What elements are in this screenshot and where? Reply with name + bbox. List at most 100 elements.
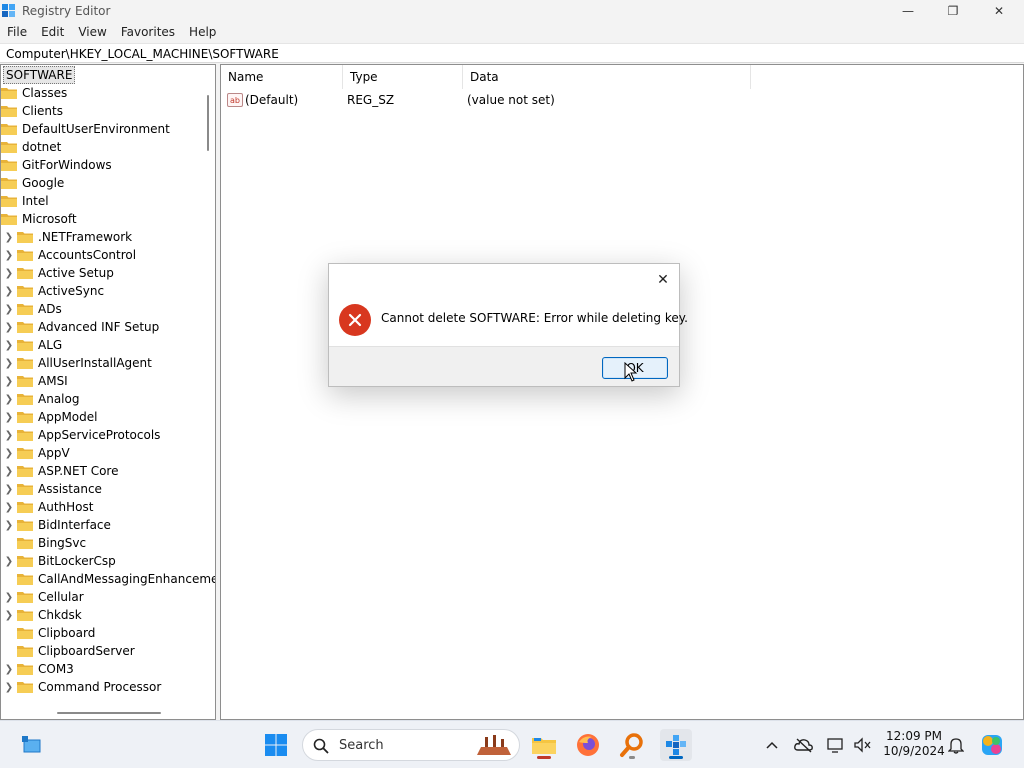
column-header-name[interactable]: Name <box>221 65 343 89</box>
tree-item[interactable]: ❯ BitLockerCsp <box>3 552 118 570</box>
folder-icon <box>1 159 17 171</box>
tree-item[interactable]: ❯ AuthHost <box>3 498 95 516</box>
taskbar-search-app[interactable] <box>616 729 648 761</box>
tree-item[interactable]: DefaultUserEnvironment <box>1 120 172 138</box>
tree-item[interactable]: Clients <box>1 102 65 120</box>
taskbar-search[interactable]: Search <box>302 729 520 761</box>
scroll-thumb[interactable] <box>207 95 209 151</box>
tree-item[interactable]: ❯ Advanced INF Setup <box>3 318 161 336</box>
tree-item[interactable]: Microsoft <box>1 210 79 228</box>
chevron-right-icon[interactable]: ❯ <box>3 466 15 477</box>
tree-item[interactable]: ❯ AppServiceProtocols <box>3 426 162 444</box>
tree-item[interactable]: ❯ Assistance <box>3 480 104 498</box>
chevron-right-icon[interactable]: ❯ <box>3 448 15 459</box>
folder-icon <box>17 645 33 657</box>
tree-item[interactable]: ❯ ActiveSync <box>3 282 106 300</box>
chevron-right-icon[interactable]: ❯ <box>3 592 15 603</box>
address-bar[interactable]: Computer\HKEY_LOCAL_MACHINE\SOFTWARE <box>0 43 1024 63</box>
tree-item[interactable]: ❯ ASP.NET Core <box>3 462 120 480</box>
menu-help[interactable]: Help <box>182 22 223 42</box>
start-button[interactable] <box>260 729 292 761</box>
tree-item-label: AppV <box>38 446 70 460</box>
chevron-right-icon[interactable]: ❯ <box>3 232 15 243</box>
tree-item[interactable]: ❯ Cellular <box>3 588 86 606</box>
menu-favorites[interactable]: Favorites <box>114 22 182 42</box>
tree-item[interactable]: Google <box>1 174 66 192</box>
tree-item[interactable]: GitForWindows <box>1 156 114 174</box>
tree-item[interactable]: ❯ Chkdsk <box>3 606 84 624</box>
tree-item-label: Intel <box>22 194 49 208</box>
chevron-right-icon[interactable]: ❯ <box>3 430 15 441</box>
column-header-type[interactable]: Type <box>343 65 463 89</box>
chevron-right-icon[interactable]: ❯ <box>3 340 15 351</box>
menu-edit[interactable]: Edit <box>34 22 71 42</box>
copilot-button[interactable] <box>976 729 1008 761</box>
tree-vertical-scrollbar[interactable] <box>202 65 215 705</box>
tree-item[interactable]: dotnet <box>1 138 63 156</box>
tree-item[interactable]: ClipboardServer <box>3 642 137 660</box>
scroll-thumb[interactable] <box>57 712 161 714</box>
tree-item-label: AppServiceProtocols <box>38 428 161 442</box>
tree-item-software[interactable]: SOFTWARE <box>3 66 76 84</box>
chevron-right-icon[interactable]: ❯ <box>3 358 15 369</box>
tree-item[interactable]: Intel <box>1 192 51 210</box>
tree-item[interactable]: ❯ Command Processor <box>3 678 163 696</box>
chevron-right-icon[interactable]: ❯ <box>3 286 15 297</box>
tree-item[interactable]: ❯ ADs <box>3 300 64 318</box>
chevron-right-icon[interactable]: ❯ <box>3 520 15 531</box>
notifications-button[interactable] <box>940 729 972 761</box>
menu-view[interactable]: View <box>71 22 113 42</box>
tree-item[interactable]: ❯ AppModel <box>3 408 99 426</box>
taskbar-registry-editor[interactable] <box>660 729 692 761</box>
chevron-right-icon[interactable]: ❯ <box>3 556 15 567</box>
column-header-data[interactable]: Data <box>463 65 751 89</box>
chevron-right-icon[interactable]: ❯ <box>3 610 15 621</box>
onedrive-button[interactable] <box>788 729 820 761</box>
tree-item-label: BidInterface <box>38 518 111 532</box>
tree-item[interactable]: ❯ .NETFramework <box>3 228 134 246</box>
chevron-right-icon[interactable]: ❯ <box>3 412 15 423</box>
show-hidden-icons-button[interactable] <box>756 729 788 761</box>
search-highlight-icon <box>477 735 511 755</box>
tree-item[interactable]: ❯ BidInterface <box>3 516 113 534</box>
taskbar-file-explorer[interactable] <box>528 729 560 761</box>
tree-item[interactable]: ❯ AllUserInstallAgent <box>3 354 154 372</box>
chevron-right-icon[interactable]: ❯ <box>3 502 15 513</box>
chevron-right-icon[interactable]: ❯ <box>3 394 15 405</box>
close-button[interactable]: ✕ <box>976 0 1022 22</box>
maximize-button[interactable]: ❐ <box>930 0 976 22</box>
folder-icon <box>1 195 17 207</box>
chevron-right-icon[interactable]: ❯ <box>3 376 15 387</box>
chevron-right-icon[interactable]: ❯ <box>3 250 15 261</box>
copilot-icon <box>982 735 1002 755</box>
chevron-right-icon[interactable]: ❯ <box>3 322 15 333</box>
tree-item[interactable]: ❯ AppV <box>3 444 72 462</box>
chevron-right-icon[interactable]: ❯ <box>3 682 15 693</box>
menu-file[interactable]: File <box>0 22 34 42</box>
tree-item[interactable]: Clipboard <box>3 624 97 642</box>
tree-item[interactable]: ❯ COM3 <box>3 660 76 678</box>
tree-item[interactable]: ❯ AMSI <box>3 372 70 390</box>
tree-item[interactable]: CallAndMessagingEnhanceme <box>3 570 215 588</box>
tree-item[interactable]: ❯ Active Setup <box>3 264 116 282</box>
running-indicator <box>629 756 635 759</box>
tree-item[interactable]: ❯ ALG <box>3 336 64 354</box>
tree-horizontal-scrollbar[interactable] <box>1 705 215 719</box>
tree-item[interactable]: ❯ Analog <box>3 390 81 408</box>
value-row[interactable]: ab (Default) REG_SZ (value not set) <box>227 91 747 109</box>
cloud-offline-icon <box>794 738 813 753</box>
values-list[interactable]: Name Type Data ab (Default) REG_SZ (valu… <box>220 64 1024 720</box>
tree-item[interactable]: BingSvc <box>3 534 88 552</box>
minimize-button[interactable]: — <box>885 0 931 22</box>
widgets-button[interactable] <box>16 729 48 761</box>
folder-icon <box>17 447 33 459</box>
tree-item[interactable]: ❯ AccountsControl <box>3 246 138 264</box>
key-tree[interactable]: SOFTWARE Classes Clients DefaultUserEnviro… <box>0 64 216 720</box>
chevron-right-icon[interactable]: ❯ <box>3 268 15 279</box>
taskbar-firefox[interactable] <box>572 729 604 761</box>
chevron-right-icon[interactable]: ❯ <box>3 484 15 495</box>
tree-item[interactable]: Classes <box>1 84 69 102</box>
chevron-right-icon[interactable]: ❯ <box>3 304 15 315</box>
dialog-close-button[interactable]: ✕ <box>653 270 673 290</box>
chevron-right-icon[interactable]: ❯ <box>3 664 15 675</box>
